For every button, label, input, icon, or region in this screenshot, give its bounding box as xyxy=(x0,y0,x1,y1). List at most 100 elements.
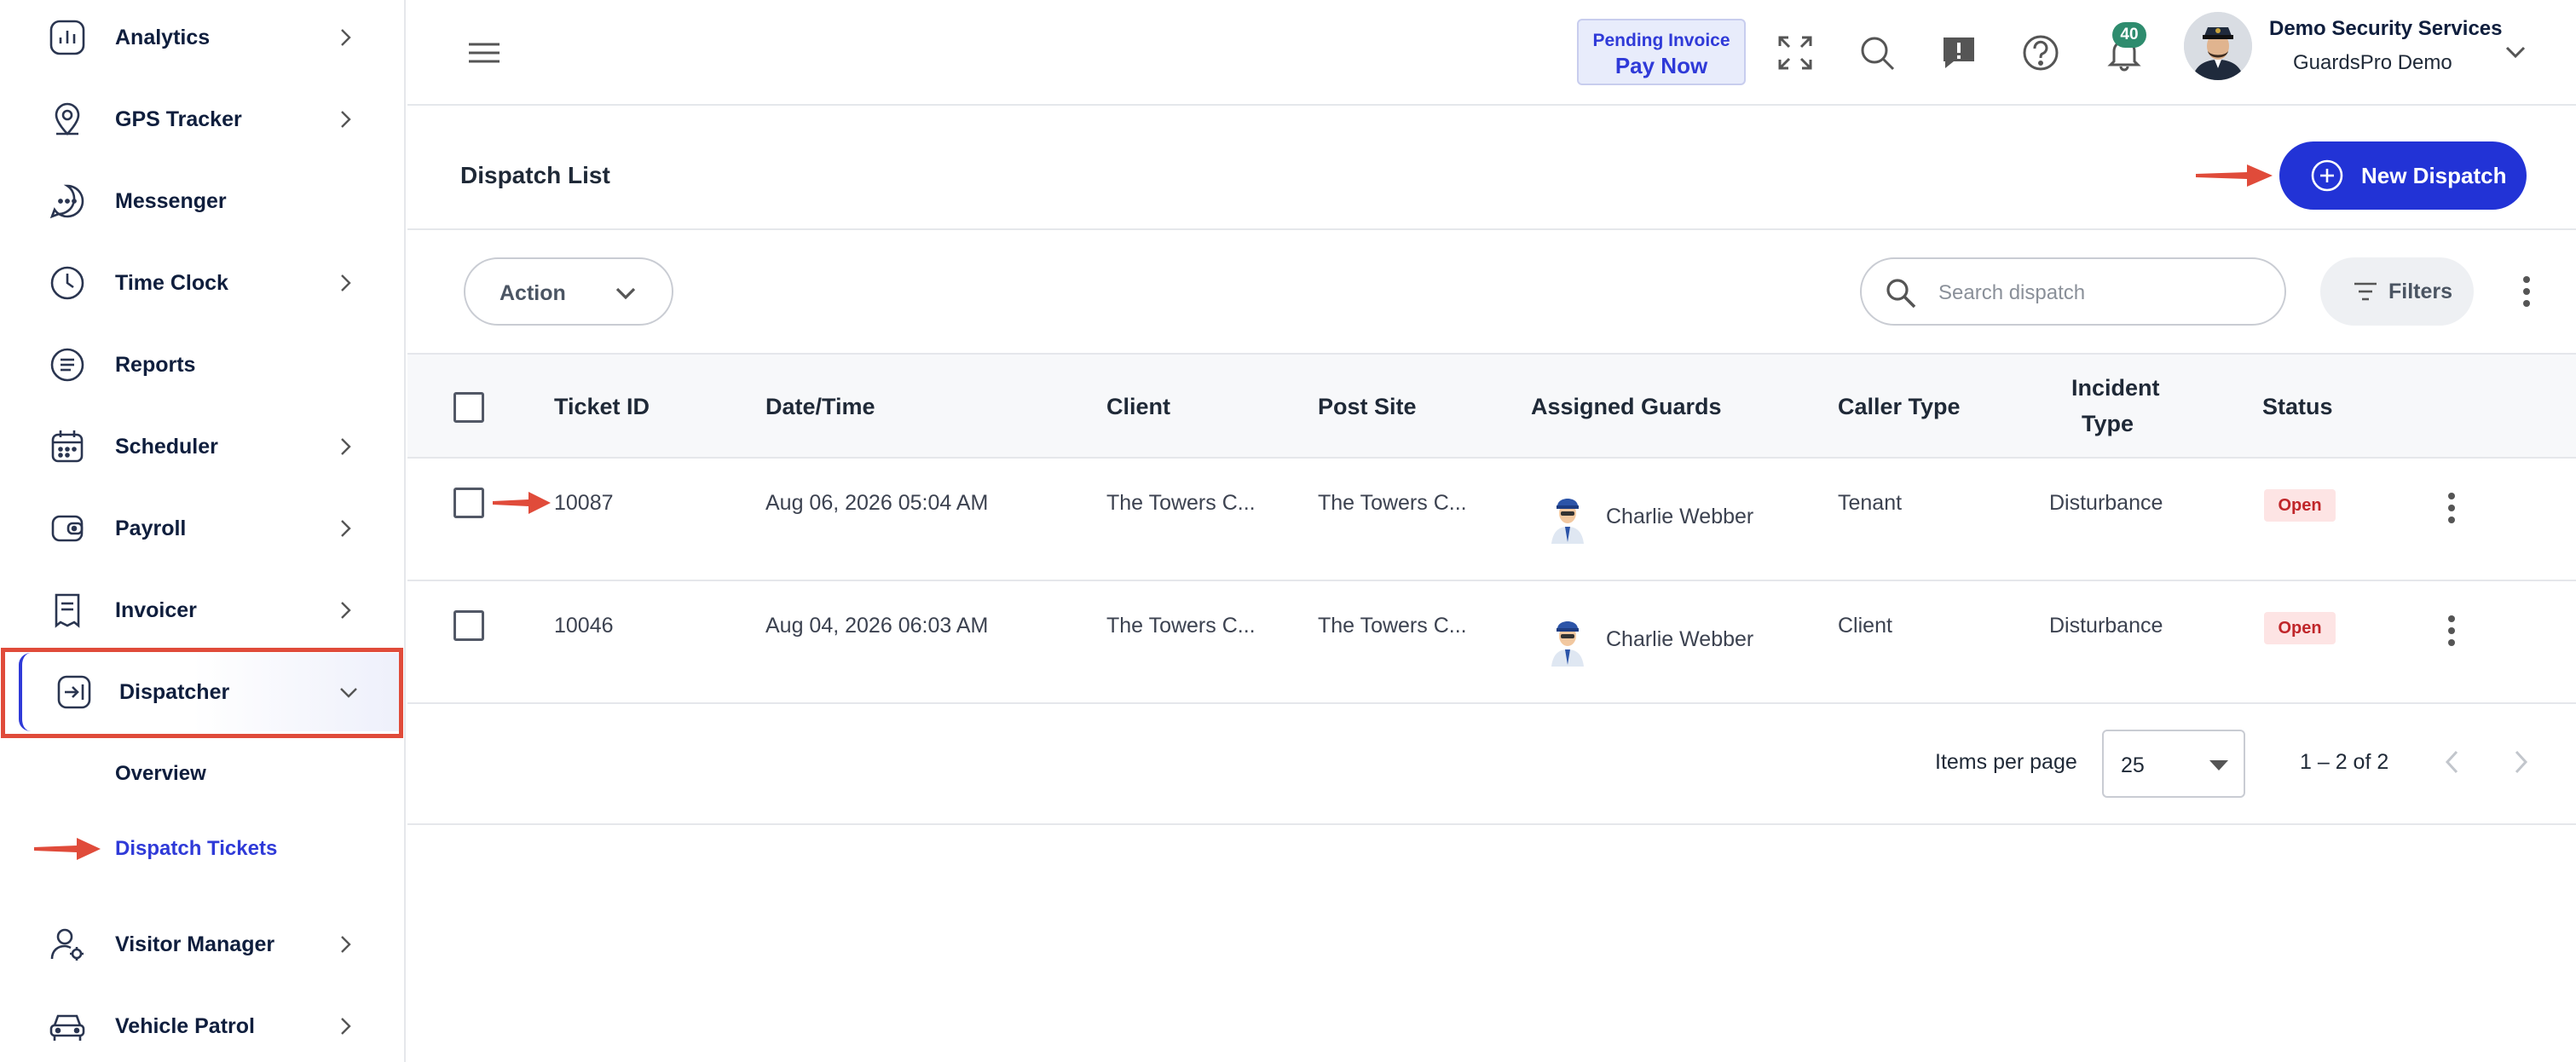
sidebar-item-reports[interactable]: Reports xyxy=(0,324,406,406)
column-header-incident-type-line1[interactable]: Incident xyxy=(2071,375,2160,401)
sidebar-subitem-overview[interactable]: Overview xyxy=(115,762,206,786)
avatar[interactable] xyxy=(2184,12,2252,80)
column-header-assigned-guards[interactable]: Assigned Guards xyxy=(1531,394,1722,420)
sidebar-item-analytics[interactable]: Analytics xyxy=(0,0,406,78)
chevron-right-icon xyxy=(334,933,356,955)
map-pin-icon xyxy=(48,100,87,139)
search-icon xyxy=(1886,279,1916,309)
sidebar-item-invoicer[interactable]: Invoicer xyxy=(0,569,406,651)
search-icon[interactable] xyxy=(1857,32,1897,73)
cell-post-site: The Towers C... xyxy=(1318,491,1467,515)
row-checkbox[interactable] xyxy=(453,610,484,641)
previous-page-icon[interactable] xyxy=(2440,745,2465,779)
next-page-icon[interactable] xyxy=(2508,745,2533,779)
table-row[interactable]: 10046 Aug 04, 2026 06:03 AM The Towers C… xyxy=(407,583,2576,704)
plus-circle-icon xyxy=(2311,159,2343,192)
column-header-caller-type[interactable]: Caller Type xyxy=(1838,394,1961,420)
chevron-right-icon xyxy=(334,1015,356,1037)
receipt-icon xyxy=(48,591,87,630)
guard-avatar xyxy=(1551,621,1584,667)
items-per-page-select[interactable]: 25 xyxy=(2102,730,2245,798)
column-header-incident-type-line2[interactable]: Type xyxy=(2082,411,2134,437)
car-icon xyxy=(48,1007,87,1046)
column-header-datetime[interactable]: Date/Time xyxy=(765,394,875,420)
user-gear-icon xyxy=(48,925,87,964)
sidebar-item-gps-tracker[interactable]: GPS Tracker xyxy=(0,78,406,160)
annotation-highlight-box xyxy=(1,648,403,738)
cell-datetime: Aug 06, 2026 05:04 AM xyxy=(765,491,989,515)
sidebar-item-messenger[interactable]: Messenger xyxy=(0,160,406,242)
filter-icon xyxy=(2354,282,2377,301)
cell-incident-type: Disturbance xyxy=(2049,614,2163,638)
pagination: Items per page 25 1 – 2 of 2 xyxy=(407,704,2576,825)
table-header: Ticket ID Date/Time Client Post Site Ass… xyxy=(407,353,2576,459)
chevron-right-icon xyxy=(334,26,356,49)
cell-ticket-id[interactable]: 10087 xyxy=(554,491,614,516)
new-dispatch-button[interactable]: New Dispatch xyxy=(2279,141,2527,210)
sidebar: Analytics GPS Tracker Messenger Time Clo… xyxy=(0,0,406,1062)
chevron-down-icon[interactable] xyxy=(2503,39,2528,65)
search-placeholder: Search dispatch xyxy=(1938,281,2086,304)
filters-button[interactable]: Filters xyxy=(2320,257,2474,326)
pay-now-button[interactable]: Pending Invoice Pay Now xyxy=(1577,19,1746,85)
row-more-options-icon[interactable] xyxy=(2446,614,2457,648)
hamburger-menu-icon[interactable] xyxy=(467,38,501,68)
chat-bubble-icon xyxy=(48,182,87,221)
items-per-page-value: 25 xyxy=(2121,753,2145,777)
sidebar-item-label: Messenger xyxy=(115,188,227,213)
sidebar-item-label: Scheduler xyxy=(115,434,218,459)
column-header-ticket-id[interactable]: Ticket ID xyxy=(554,394,650,420)
new-dispatch-label: New Dispatch xyxy=(2361,162,2507,188)
feedback-icon[interactable] xyxy=(1938,32,1979,73)
action-dropdown[interactable]: Action xyxy=(464,257,673,326)
column-header-status[interactable]: Status xyxy=(2262,394,2333,420)
filters-label: Filters xyxy=(2388,280,2453,303)
cell-client: The Towers C... xyxy=(1106,614,1256,638)
chevron-right-icon xyxy=(334,517,356,540)
search-input[interactable]: Search dispatch xyxy=(1860,257,2286,326)
annotation-arrow-icon xyxy=(493,492,551,514)
table-row[interactable]: 10087 Aug 06, 2026 05:04 AM The Towers C… xyxy=(407,460,2576,581)
sidebar-item-scheduler[interactable]: Scheduler xyxy=(0,406,406,488)
sidebar-item-label: Invoicer xyxy=(115,597,197,622)
sidebar-item-label: Analytics xyxy=(115,25,211,49)
sidebar-item-visitor-manager[interactable]: Visitor Manager xyxy=(0,903,406,985)
fullscreen-icon[interactable] xyxy=(1775,32,1816,73)
column-header-post-site[interactable]: Post Site xyxy=(1318,394,1417,420)
sidebar-item-vehicle-patrol[interactable]: Vehicle Patrol xyxy=(0,985,406,1062)
chevron-right-icon xyxy=(334,272,356,294)
sidebar-item-time-clock[interactable]: Time Clock xyxy=(0,242,406,324)
chevron-right-icon xyxy=(334,436,356,458)
user-name: Demo Security Services xyxy=(2269,17,2503,40)
cell-datetime: Aug 04, 2026 06:03 AM xyxy=(765,614,989,638)
cell-client: The Towers C... xyxy=(1106,491,1256,515)
more-options-icon[interactable] xyxy=(2521,274,2532,309)
chevron-right-icon xyxy=(334,599,356,621)
status-badge: Open xyxy=(2264,612,2336,644)
cell-ticket-id[interactable]: 10046 xyxy=(554,614,614,638)
annotation-arrow-icon xyxy=(34,838,101,860)
sidebar-subitem-dispatch-tickets[interactable]: Dispatch Tickets xyxy=(115,837,277,861)
row-more-options-icon[interactable] xyxy=(2446,491,2457,525)
sidebar-item-label: Time Clock xyxy=(115,270,228,295)
row-checkbox[interactable] xyxy=(453,488,484,518)
notification-badge: 40 xyxy=(2112,22,2146,48)
annotation-arrow-icon xyxy=(2196,164,2273,187)
cell-post-site: The Towers C... xyxy=(1318,614,1467,638)
action-label: Action xyxy=(500,281,566,305)
page-title: Dispatch List xyxy=(460,162,610,188)
sidebar-item-payroll[interactable]: Payroll xyxy=(0,488,406,569)
sidebar-item-label: Vehicle Patrol xyxy=(115,1013,255,1038)
cell-caller-type: Tenant xyxy=(1838,491,1903,515)
column-header-client[interactable]: Client xyxy=(1106,394,1170,420)
sidebar-item-label: Visitor Manager xyxy=(115,932,275,956)
clock-icon xyxy=(48,263,87,303)
cell-caller-type: Client xyxy=(1838,614,1892,638)
analytics-icon xyxy=(48,18,87,57)
select-all-checkbox[interactable] xyxy=(453,392,484,423)
help-icon[interactable] xyxy=(2020,32,2061,73)
pagination-range: 1 – 2 of 2 xyxy=(2300,750,2389,774)
top-bar: Pending Invoice Pay Now 40 Demo Security… xyxy=(407,0,2576,106)
items-per-page-label: Items per page xyxy=(1935,750,2077,774)
cell-assigned-guard: Charlie Webber xyxy=(1606,627,1754,651)
